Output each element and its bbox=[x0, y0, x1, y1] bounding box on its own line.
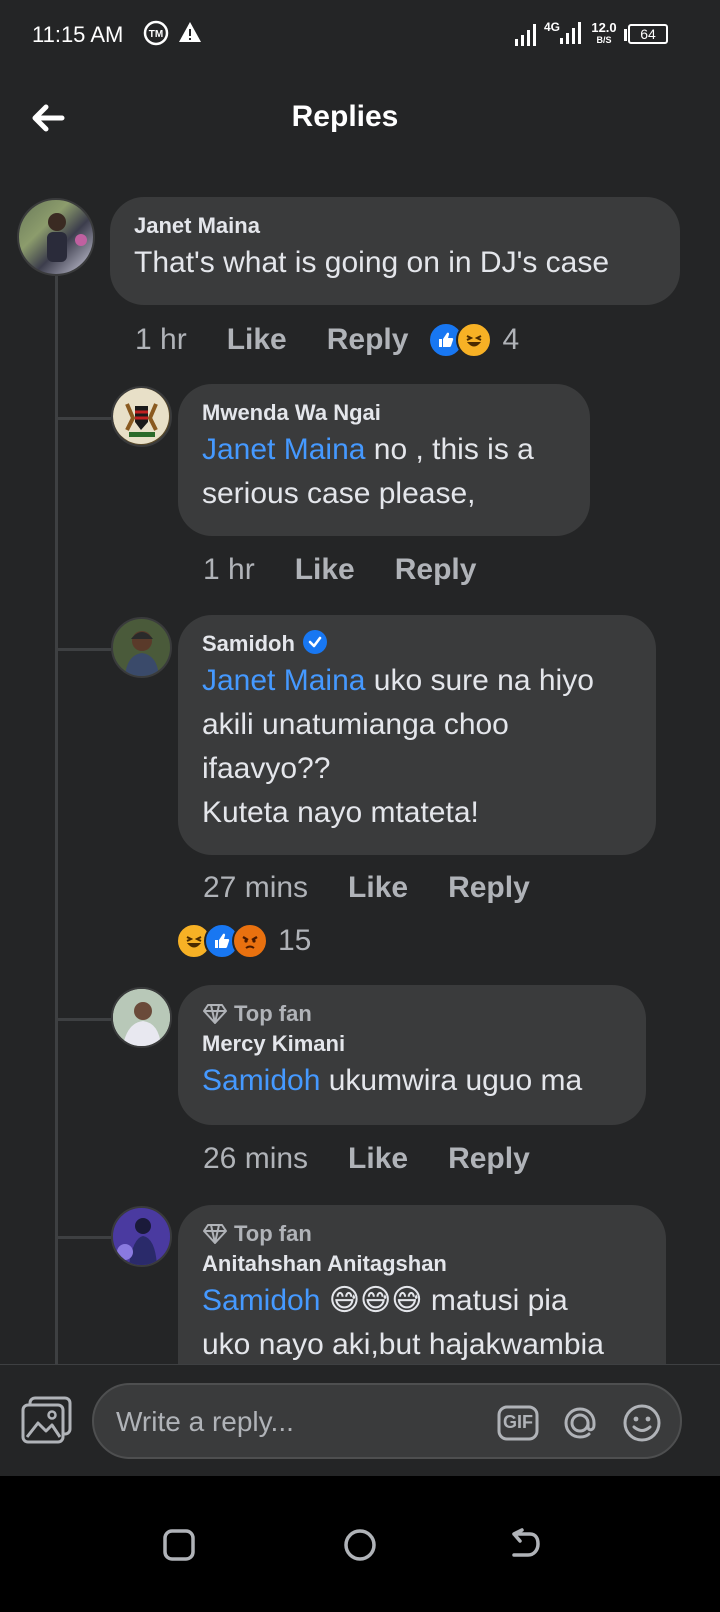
like-button[interactable]: Like bbox=[227, 323, 287, 357]
comment-author[interactable]: Mercy Kimani bbox=[202, 1029, 622, 1059]
avatar[interactable] bbox=[111, 987, 172, 1048]
comment-text: Janet Maina uko sure na hiyo bbox=[202, 659, 632, 703]
comment-time: 27 mins bbox=[203, 871, 309, 904]
speed-unit: B/S bbox=[596, 35, 612, 45]
reactions[interactable]: 15 bbox=[176, 921, 311, 961]
reply-composer: GIF bbox=[0, 1364, 720, 1477]
verified-badge-icon bbox=[302, 630, 327, 654]
comment-bubble: Samidoh Janet Maina uko sure na hiyo aki… bbox=[178, 615, 656, 855]
avatar[interactable] bbox=[17, 198, 95, 276]
comment-author-row: Samidoh bbox=[202, 629, 632, 659]
system-nav-bar bbox=[0, 1476, 720, 1612]
reply-button[interactable]: Reply bbox=[448, 871, 530, 905]
thread-branch bbox=[57, 1018, 111, 1021]
gif-label: GIF bbox=[503, 1412, 533, 1432]
comment-text-line: Kuteta nayo mtateta! bbox=[202, 796, 479, 829]
thread-branch bbox=[57, 417, 111, 420]
comment-actions: 26 mins Like Reply bbox=[203, 1139, 550, 1179]
speed-indicator: 12.0 B/S bbox=[590, 20, 618, 46]
badge-label: Top fan bbox=[234, 1221, 312, 1246]
thread-branch bbox=[57, 1236, 111, 1239]
reply-button[interactable]: Reply bbox=[448, 1142, 530, 1176]
photo-icon[interactable] bbox=[20, 1395, 74, 1445]
comment-bubble: Top fan Mercy Kimani Samidoh ukumwira ug… bbox=[178, 985, 646, 1125]
avatar[interactable] bbox=[111, 617, 172, 678]
reactions[interactable]: 4 bbox=[428, 322, 519, 358]
battery-icon: 64 bbox=[624, 24, 670, 46]
thread-line bbox=[55, 276, 58, 1366]
mention-link[interactable]: Samidoh bbox=[202, 1284, 320, 1317]
badge-label: Top fan bbox=[234, 1001, 312, 1026]
comment-author[interactable]: Anitahshan Anitagshan bbox=[202, 1249, 642, 1279]
reply-input[interactable] bbox=[114, 1403, 478, 1441]
comment-text-line: akili unatumianga choo bbox=[202, 708, 509, 741]
status-bar: 11:15 AM TM 4G 12.0 B/S 64 bbox=[0, 0, 720, 72]
diamond-icon bbox=[203, 1224, 227, 1244]
signal-4g-icon: 4G bbox=[544, 20, 584, 48]
comment-bubble: Janet Maina That's what is going on in D… bbox=[110, 197, 680, 305]
svg-text:TM: TM bbox=[149, 29, 163, 40]
comment-actions: 27 mins Like Reply bbox=[203, 868, 550, 908]
speed-value: 12.0 bbox=[591, 20, 617, 35]
mention-link[interactable]: Janet Maina bbox=[202, 433, 365, 466]
comment-text-line: matusi pia bbox=[422, 1284, 568, 1317]
page-title: Replies bbox=[291, 100, 399, 133]
comment-actions: 1 hr Like Reply 4 bbox=[135, 320, 519, 360]
comment-text-line: uko nayo aki,but hajakwambia bbox=[202, 1328, 604, 1361]
comment-time: 1 hr bbox=[135, 323, 187, 356]
comment-text: That's what is going on in DJ's case bbox=[134, 246, 610, 279]
reply-button[interactable]: Reply bbox=[327, 323, 409, 357]
comment-text-line: no , this is a bbox=[365, 433, 534, 466]
like-button[interactable]: Like bbox=[348, 1142, 408, 1176]
comment-text-line: uko sure na hiyo bbox=[365, 664, 594, 697]
comment-bubble: Mwenda Wa Ngai Janet Maina no , this is … bbox=[178, 384, 590, 536]
diamond-icon bbox=[203, 1004, 227, 1024]
recents-icon[interactable] bbox=[154, 1520, 204, 1570]
comment-author[interactable]: Mwenda Wa Ngai bbox=[202, 398, 566, 428]
like-button[interactable]: Like bbox=[348, 871, 408, 905]
comment-actions: 1 hr Like Reply bbox=[203, 550, 496, 590]
reply-button[interactable]: Reply bbox=[395, 553, 477, 587]
comment-text-line: serious case please, bbox=[202, 477, 476, 510]
reply-field: GIF bbox=[92, 1383, 682, 1459]
like-button[interactable]: Like bbox=[295, 553, 355, 587]
comment-text: Janet Maina no , this is a bbox=[202, 428, 566, 472]
angry-reaction-icon bbox=[232, 923, 268, 959]
mention-link[interactable]: Samidoh bbox=[202, 1064, 320, 1097]
comment-time: 1 hr bbox=[203, 553, 255, 586]
comment-author[interactable]: Janet Maina bbox=[134, 211, 656, 241]
signal-icon bbox=[515, 24, 539, 51]
comment-time: 26 mins bbox=[203, 1142, 309, 1175]
back-icon[interactable] bbox=[500, 1520, 550, 1570]
warning-icon bbox=[178, 20, 202, 49]
home-icon[interactable] bbox=[335, 1520, 385, 1570]
comment-text-line: ifaavyo?? bbox=[202, 752, 331, 785]
top-fan-badge: Top fan bbox=[202, 999, 622, 1029]
emoji-icon[interactable] bbox=[620, 1401, 664, 1445]
status-time: 11:15 AM bbox=[32, 22, 124, 47]
avatar[interactable] bbox=[111, 386, 172, 447]
thread-branch bbox=[57, 648, 111, 651]
header: Replies bbox=[0, 72, 720, 172]
tm-icon: TM bbox=[143, 20, 169, 51]
top-fan-badge: Top fan bbox=[202, 1219, 642, 1249]
comment-text-line: ukumwira uguo ma bbox=[320, 1064, 583, 1097]
reaction-count: 15 bbox=[278, 924, 312, 957]
haha-reaction-icon bbox=[456, 322, 493, 358]
mention-icon[interactable] bbox=[558, 1401, 602, 1445]
gif-icon[interactable]: GIF bbox=[496, 1401, 540, 1445]
comment-text: Samidoh ukumwira uguo ma bbox=[202, 1059, 622, 1103]
emoji-text: 😅😅😅 bbox=[328, 1284, 423, 1317]
mention-link[interactable]: Janet Maina bbox=[202, 664, 365, 697]
reaction-count: 4 bbox=[502, 323, 520, 356]
comment-text: Samidoh 😅😅😅 matusi pia bbox=[202, 1279, 642, 1323]
battery-level: 64 bbox=[628, 24, 668, 44]
comment-author[interactable]: Samidoh bbox=[202, 631, 295, 656]
avatar[interactable] bbox=[111, 1206, 172, 1267]
